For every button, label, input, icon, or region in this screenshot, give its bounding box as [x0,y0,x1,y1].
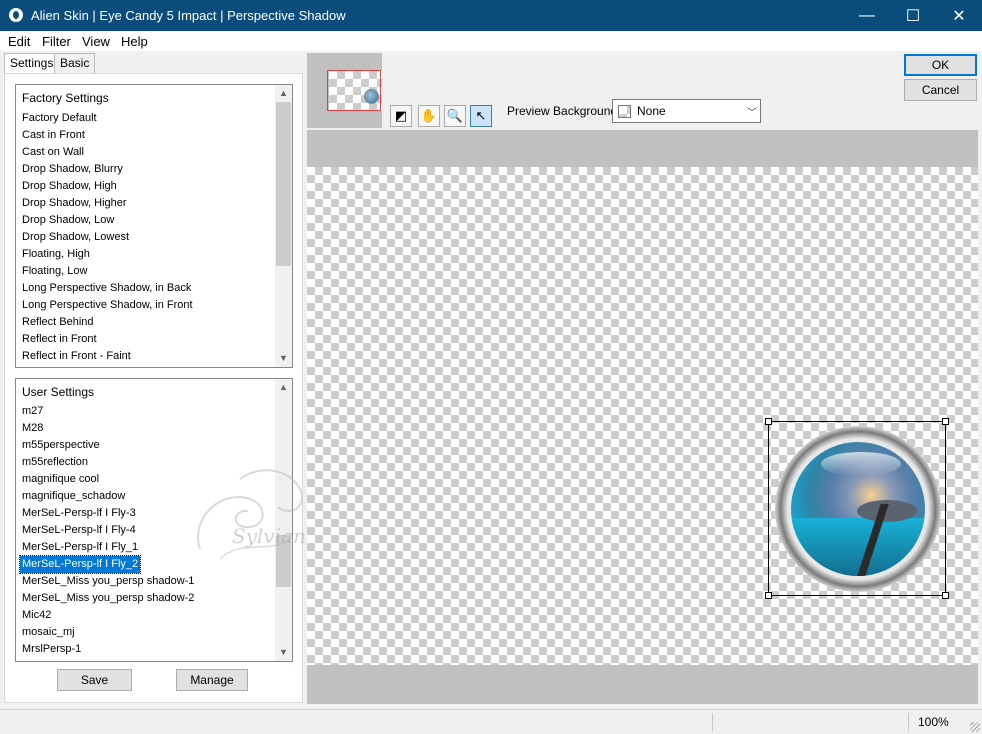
list-item[interactable]: Long Perspective Shadow, in Back [22,280,191,297]
factory-settings-list[interactable]: Factory Settings Factory Default Cast in … [15,84,293,368]
cancel-button[interactable]: Cancel [904,79,977,101]
list-item[interactable]: MerSeL-Persp-lf I Fly_1 [22,539,138,556]
list-item[interactable]: Drop Shadow, High [22,178,117,195]
list-item[interactable]: Drop Shadow, Higher [22,195,127,212]
scroll-up-icon[interactable]: ▲ [275,85,292,102]
list-item[interactable]: MrslPersp-1 [22,641,81,658]
save-button[interactable]: Save [57,669,132,691]
zoom-icon[interactable]: 🔍 [444,105,466,127]
framed-orb-image [775,426,941,592]
menu-help[interactable]: Help [121,34,148,49]
preview-background-select[interactable]: None ﹀ [612,99,761,123]
list-item[interactable]: Mic42 [22,607,51,624]
ok-button[interactable]: OK [904,54,977,76]
chevron-down-icon: ﹀ [747,108,757,119]
preview-canvas[interactable] [307,167,978,665]
resize-handle[interactable] [765,592,772,599]
list-item[interactable]: Drop Shadow, Low [22,212,114,229]
watermark-logo: Sylviane [197,469,318,560]
pointer-icon[interactable]: ↖ [470,105,492,127]
list-item[interactable]: M28 [22,420,43,437]
list-item[interactable]: MerSeL-Persp-lf I Fly-4 [22,522,136,539]
list-item[interactable]: Drop Shadow, Blurry [22,161,123,178]
background-swatch-icon [618,105,631,118]
scroll-down-icon[interactable]: ▼ [275,350,292,367]
list-item[interactable]: Reflect in Front - Faint [22,348,131,365]
seascape-photo [791,442,925,576]
user-settings-header: User Settings [22,385,95,399]
tab-basic[interactable]: Basic [54,53,96,74]
navigator-object [364,89,379,104]
scroll-up-icon[interactable]: ▲ [275,379,292,396]
zoom-level: 100% [918,715,949,729]
list-item[interactable]: MerSeL-Persp-lf I Fly-3 [22,505,136,522]
navigator-thumbnail[interactable] [307,53,382,128]
menu-edit[interactable]: Edit [8,34,30,49]
watermark-signature: Sylviane [232,524,318,548]
preview-area [307,130,978,704]
list-item[interactable]: Reflect Behind [22,314,94,331]
list-item[interactable]: Drop Shadow, Lowest [22,229,129,246]
maximize-button[interactable]: ☐ [890,0,936,31]
list-item[interactable]: Factory Default [22,110,97,127]
scroll-down-icon[interactable]: ▼ [275,644,292,661]
hand-icon[interactable]: ✋ [418,105,440,127]
list-item[interactable]: magnifique cool [22,471,99,488]
list-item[interactable]: MerSeL_Miss you_persp shadow-2 [22,590,194,607]
preview-background-value: None [637,104,666,118]
manage-button[interactable]: Manage [176,669,248,691]
status-bar: 100% [0,709,982,734]
list-item[interactable]: mosaic_mj [22,624,75,641]
list-item[interactable]: m27 [22,403,43,420]
list-item[interactable]: Floating, Low [22,263,87,280]
preview-toggle-icon[interactable]: ◩ [390,105,412,127]
object-bounding-box[interactable] [765,418,949,599]
factory-scrollbar[interactable]: ▲ ▼ [275,85,292,367]
menu-filter[interactable]: Filter [42,34,71,49]
minimize-button[interactable]: — [844,0,890,31]
list-item[interactable]: Reflect in Front [22,331,97,348]
title-bar: Alien Skin | Eye Candy 5 Impact | Perspe… [0,0,982,31]
list-item[interactable]: m55reflection [22,454,88,471]
tab-settings[interactable]: Settings [4,53,60,75]
window-title: Alien Skin | Eye Candy 5 Impact | Perspe… [31,8,346,23]
list-item[interactable]: MerSeL-Persp-lf I Fly_2 [18,555,142,574]
app-icon [9,8,23,22]
resize-grip-icon[interactable] [970,722,980,732]
list-item[interactable]: Floating, High [22,246,90,263]
list-item[interactable]: Cast on Wall [22,144,84,161]
scroll-thumb[interactable] [276,102,291,266]
list-item[interactable]: magnifique_schadow [22,488,125,505]
resize-handle[interactable] [765,418,772,425]
list-item[interactable]: Cast in Front [22,127,85,144]
list-item[interactable]: Long Perspective Shadow, in Front [22,297,193,314]
menu-view[interactable]: View [82,34,110,49]
resize-handle[interactable] [942,418,949,425]
list-item[interactable]: m55perspective [22,437,100,454]
factory-settings-header: Factory Settings [22,91,109,105]
resize-handle[interactable] [942,592,949,599]
list-item[interactable]: MerSeL_Miss you_persp shadow-1 [22,573,194,590]
preview-background-label: Preview Background: [507,104,621,118]
settings-panel: Factory Settings Factory Default Cast in … [4,73,318,703]
menu-bar: Edit Filter View Help [0,31,982,51]
close-button[interactable]: ✕ [936,0,982,31]
